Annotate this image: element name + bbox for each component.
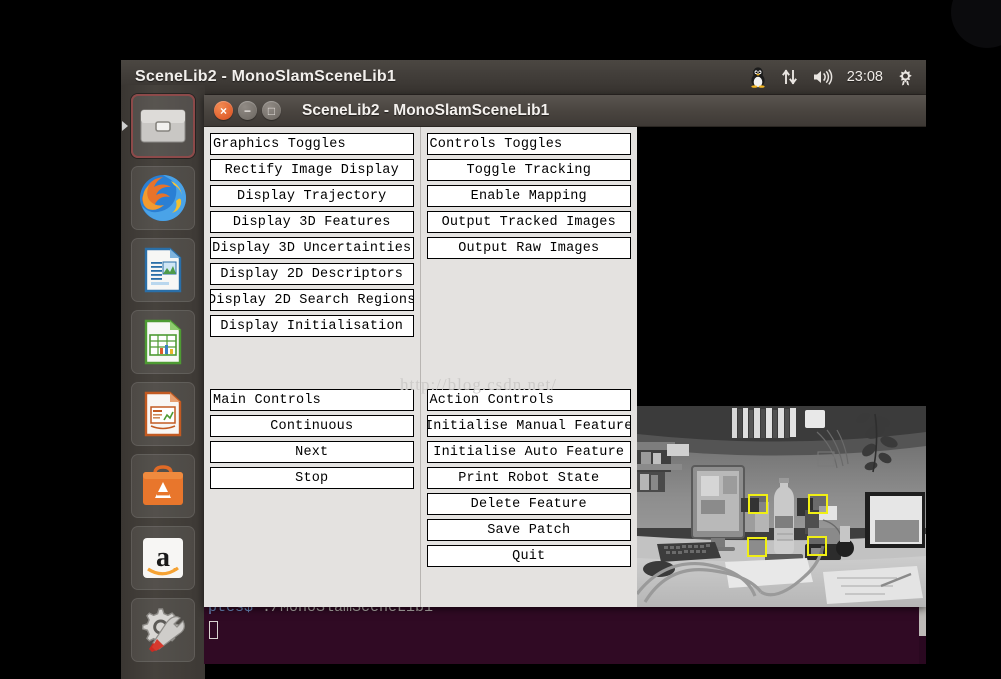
left-column-spacer xyxy=(210,341,414,389)
launcher-item-system-settings[interactable] xyxy=(131,598,195,662)
btn-output-raw-images[interactable]: Output Raw Images xyxy=(426,237,631,259)
network-up-down-icon[interactable] xyxy=(781,65,799,89)
close-button[interactable]: × xyxy=(214,101,233,120)
btn-delete-feature[interactable]: Delete Feature xyxy=(426,493,631,515)
unity-panel-title: SceneLib2 - MonoSlamSceneLib1 xyxy=(135,68,396,85)
ubuntu-software-center-icon xyxy=(143,465,183,505)
btn-output-tracked-images[interactable]: Output Tracked Images xyxy=(426,211,631,233)
svg-text:a: a xyxy=(156,542,170,573)
tracking-box xyxy=(807,536,827,556)
unity-top-panel: SceneLib2 - MonoSlamSceneLib1 23:08 xyxy=(121,60,926,95)
btn-toggle-tracking[interactable]: Toggle Tracking xyxy=(426,159,631,181)
btn-stop[interactable]: Stop xyxy=(210,467,414,489)
system-settings-icon xyxy=(142,608,185,652)
wallpaper-orb xyxy=(951,0,1001,48)
system-tray: 23:08 xyxy=(748,65,926,89)
window-title: SceneLib2 - MonoSlamSceneLib1 xyxy=(302,101,550,119)
launcher-item-amazon[interactable]: a xyxy=(131,526,195,590)
control-panel: Graphics Toggles Rectify Image Display D… xyxy=(204,127,637,607)
tux-penguin-icon[interactable] xyxy=(748,65,768,89)
amazon-icon: a xyxy=(143,538,183,578)
controls-toggles-header: Controls Toggles xyxy=(426,133,631,155)
scenelib2-window: × − □ SceneLib2 - MonoSlamSceneLib1 Grap… xyxy=(204,95,926,607)
tracking-box xyxy=(808,494,828,514)
running-arrow-icon xyxy=(122,121,128,131)
btn-print-robot-state[interactable]: Print Robot State xyxy=(426,467,631,489)
launcher-item-libreoffice-writer[interactable] xyxy=(131,238,195,302)
maximize-button[interactable]: □ xyxy=(262,101,281,120)
btn-display-initialisation[interactable]: Display Initialisation xyxy=(210,315,414,337)
window-body: Graphics Toggles Rectify Image Display D… xyxy=(204,127,926,607)
btn-display-2d-search-regions[interactable]: Display 2D Search Regions xyxy=(210,289,414,311)
btn-quit[interactable]: Quit xyxy=(426,545,631,567)
controls-toggles-group: Controls Toggles Toggle Tracking Enable … xyxy=(426,133,631,263)
btn-next[interactable]: Next xyxy=(210,441,414,463)
btn-enable-mapping[interactable]: Enable Mapping xyxy=(426,185,631,207)
window-titlebar[interactable]: × − □ SceneLib2 - MonoSlamSceneLib1 xyxy=(204,95,926,127)
action-controls-header: Action Controls xyxy=(426,389,631,411)
right-column-spacer xyxy=(427,263,632,389)
clock[interactable]: 23:08 xyxy=(847,69,883,85)
control-column-left: Graphics Toggles Rectify Image Display D… xyxy=(204,127,421,607)
libreoffice-writer-icon xyxy=(144,247,182,293)
firefox-icon xyxy=(140,175,186,221)
libreoffice-impress-icon xyxy=(144,391,182,437)
tracking-box xyxy=(747,537,767,557)
minimize-button[interactable]: − xyxy=(238,101,257,120)
graphics-toggles-group: Graphics Toggles Rectify Image Display D… xyxy=(210,133,414,341)
tracking-box xyxy=(748,494,768,514)
btn-initialise-manual-feature[interactable]: Initialise Manual Feature xyxy=(426,415,631,437)
action-controls-group: Action Controls Initialise Manual Featur… xyxy=(426,389,631,571)
desktop-root: SceneLib2 - MonoSlamSceneLib1 23:08 a pt… xyxy=(0,0,1001,679)
terminal-cursor xyxy=(209,621,218,639)
launcher-item-ubuntu-software-center[interactable] xyxy=(131,454,195,518)
gear-settings-icon[interactable] xyxy=(896,65,915,89)
btn-display-3d-uncertainties[interactable]: Display 3D Uncertainties xyxy=(210,237,414,259)
unity-launcher: a xyxy=(121,85,205,679)
btn-rectify-image-display[interactable]: Rectify Image Display xyxy=(210,159,414,181)
launcher-item-firefox[interactable] xyxy=(131,166,195,230)
btn-display-3d-features[interactable]: Display 3D Features xyxy=(210,211,414,233)
launcher-item-files-nautilus[interactable] xyxy=(122,94,195,158)
btn-display-2d-descriptors[interactable]: Display 2D Descriptors xyxy=(210,263,414,285)
control-column-right: Controls Toggles Toggle Tracking Enable … xyxy=(421,127,638,607)
btn-display-trajectory[interactable]: Display Trajectory xyxy=(210,185,414,207)
main-controls-header: Main Controls xyxy=(210,389,414,411)
graphics-toggles-header: Graphics Toggles xyxy=(210,133,414,155)
main-controls-group: Main Controls Continuous Next Stop xyxy=(210,389,414,493)
launcher-item-libreoffice-calc[interactable] xyxy=(131,310,195,374)
btn-save-patch[interactable]: Save Patch xyxy=(426,519,631,541)
btn-continuous[interactable]: Continuous xyxy=(210,415,414,437)
3d-map-viewport[interactable]: Y X Z 0.1 0.1 0.5 xyxy=(637,127,926,406)
libreoffice-calc-icon xyxy=(144,319,182,365)
btn-initialise-auto-feature[interactable]: Initialise Auto Feature xyxy=(426,441,631,463)
volume-speaker-icon[interactable] xyxy=(812,65,834,89)
files-nautilus-icon xyxy=(140,109,186,143)
camera-image-viewport[interactable] xyxy=(637,406,926,607)
launcher-item-libreoffice-impress[interactable] xyxy=(131,382,195,446)
